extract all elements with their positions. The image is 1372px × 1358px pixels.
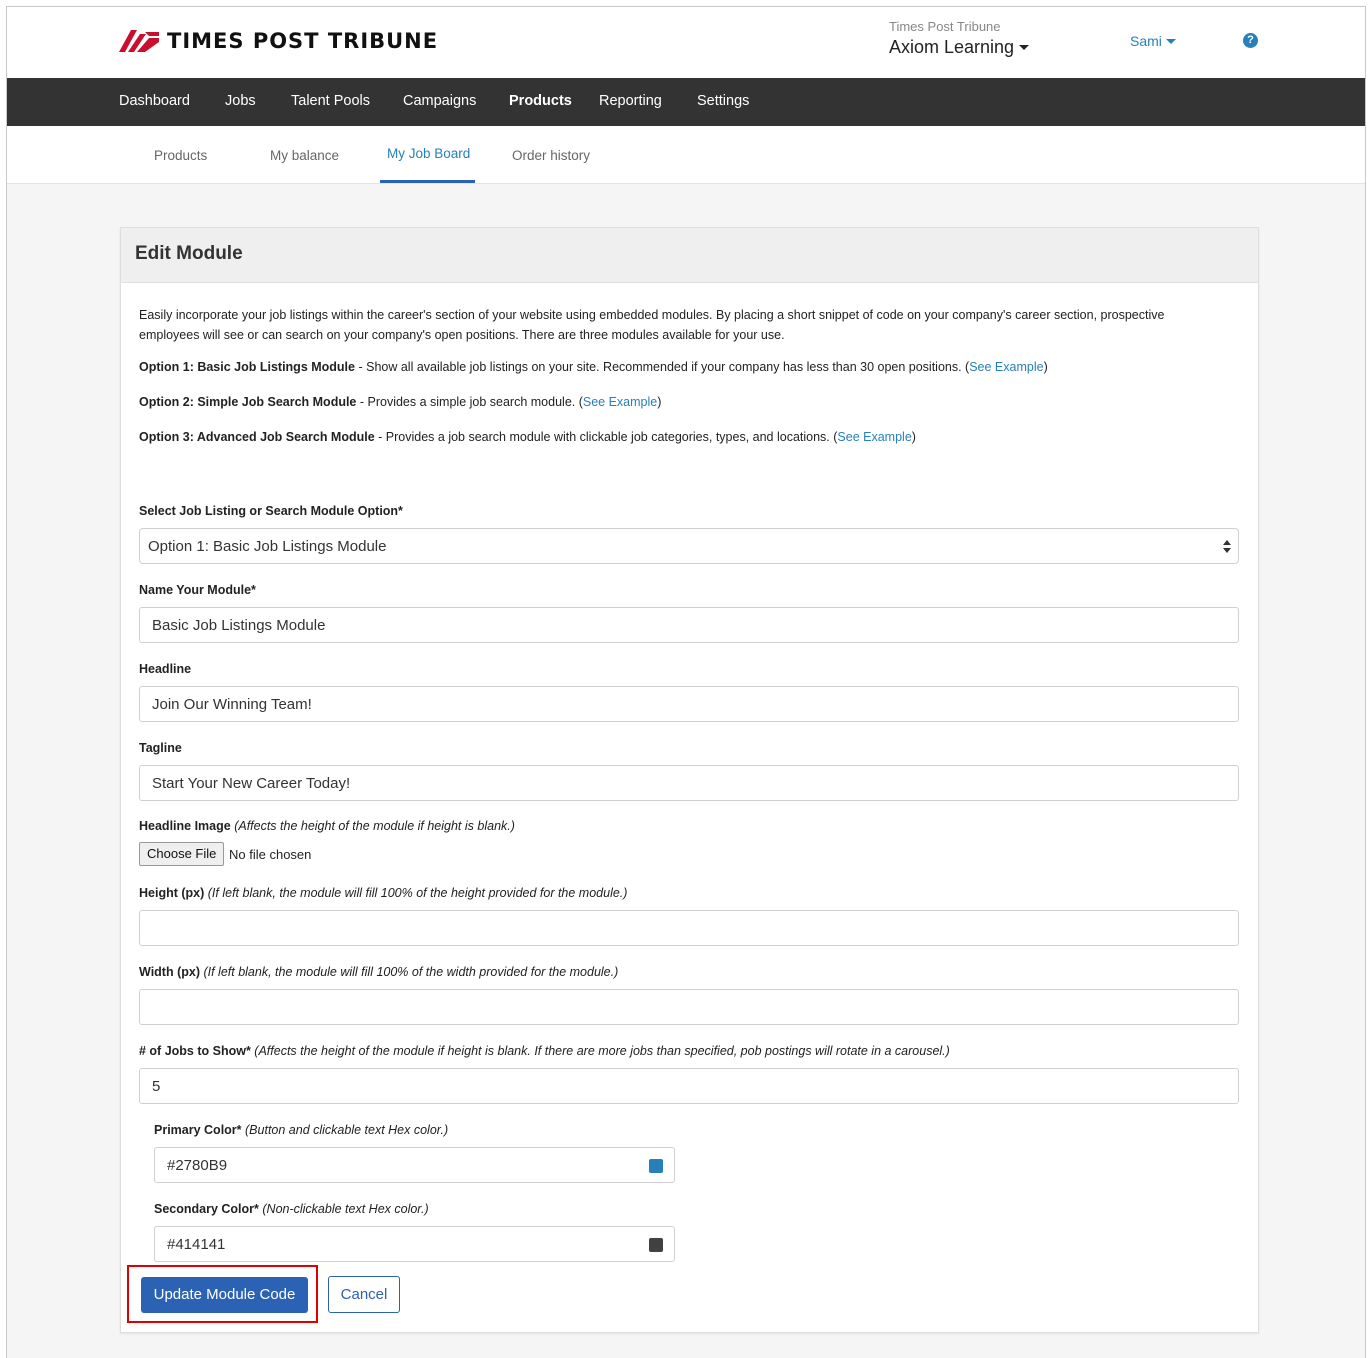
tagline-label: Tagline xyxy=(139,741,182,755)
tab-my-job-board[interactable]: My Job Board xyxy=(387,146,470,161)
brand-logo[interactable]: TIMES POST TRIBUNE xyxy=(119,29,438,53)
highlight-annotation xyxy=(127,1265,318,1323)
choose-file-button[interactable]: Choose File xyxy=(139,842,225,866)
nav-item-talent-pools[interactable]: Talent Pools xyxy=(291,93,370,109)
org-switcher[interactable]: Times Post Tribune Axiom Learning xyxy=(889,19,1030,58)
org-name-dropdown[interactable]: Axiom Learning xyxy=(889,37,1030,58)
brand-name: TIMES POST TRIBUNE xyxy=(167,29,439,53)
primary-color-input[interactable]: #2780B9 xyxy=(154,1147,675,1183)
active-tab-indicator xyxy=(380,180,475,183)
chevron-down-icon xyxy=(1019,45,1030,50)
nav-item-dashboard[interactable]: Dashboard xyxy=(119,93,190,109)
see-example-link[interactable]: See Example xyxy=(969,360,1043,374)
nav-item-jobs[interactable]: Jobs xyxy=(225,93,256,109)
option-2-description: Option 2: Simple Job Search Module - Pro… xyxy=(139,395,661,409)
see-example-link[interactable]: See Example xyxy=(837,430,911,444)
primary-color-value: #2780B9 xyxy=(167,1157,228,1174)
top-header: TIMES POST TRIBUNE Times Post Tribune Ax… xyxy=(7,7,1365,78)
chevron-down-icon xyxy=(1165,38,1176,44)
jobs-to-show-label: # of Jobs to Show* (Affects the height o… xyxy=(139,1044,950,1058)
option-close: ) xyxy=(657,395,662,409)
secondary-color-input[interactable]: #414141 xyxy=(154,1226,675,1262)
nav-item-settings[interactable]: Settings xyxy=(697,93,749,109)
nav-item-reporting[interactable]: Reporting xyxy=(599,93,662,109)
height-label: Height (px) (If left blank, the module w… xyxy=(139,886,627,900)
jobs-to-show-note: (Affects the height of the module if hei… xyxy=(254,1044,950,1058)
width-note: (If left blank, the module will fill 100… xyxy=(203,965,619,979)
width-label-text: Width (px) xyxy=(139,965,200,979)
jobs-to-show-label-text: # of Jobs to Show* xyxy=(139,1044,251,1058)
org-name-label: Axiom Learning xyxy=(889,37,1015,57)
option-3-description: Option 3: Advanced Job Search Module - P… xyxy=(139,430,916,444)
color-swatch-icon[interactable] xyxy=(649,1238,663,1252)
width-label: Width (px) (If left blank, the module wi… xyxy=(139,965,618,979)
intro-text: Easily incorporate your job listings wit… xyxy=(139,308,1165,342)
option-1-description: Option 1: Basic Job Listings Module - Sh… xyxy=(139,360,1048,374)
cancel-button[interactable]: Cancel xyxy=(328,1276,400,1313)
logo-mark-icon xyxy=(119,30,159,52)
user-menu[interactable]: Sami xyxy=(1130,33,1176,49)
org-parent-label: Times Post Tribune xyxy=(889,19,1001,34)
file-status: No file chosen xyxy=(229,847,312,862)
module-option-label: Select Job Listing or Search Module Opti… xyxy=(139,504,403,518)
tab-my-balance[interactable]: My balance xyxy=(270,148,339,163)
primary-color-label-text: Primary Color* xyxy=(154,1123,242,1137)
option-desc: - Provides a job search module with clic… xyxy=(374,430,838,444)
tab-products[interactable]: Products xyxy=(154,148,207,163)
app-frame: TIMES POST TRIBUNE Times Post Tribune Ax… xyxy=(6,6,1366,1358)
nav-item-campaigns[interactable]: Campaigns xyxy=(403,93,476,109)
secondary-color-note: (Non-clickable text Hex color.) xyxy=(262,1202,429,1216)
tab-order-history[interactable]: Order history xyxy=(512,148,590,163)
edit-module-card: Edit Module Easily incorporate your job … xyxy=(120,227,1259,1333)
jobs-to-show-input[interactable]: 5 xyxy=(139,1068,1239,1104)
option-title: Option 3: Advanced Job Search Module xyxy=(139,430,375,444)
nav-item-products[interactable]: Products xyxy=(509,93,572,109)
height-note: (If left blank, the module will fill 100… xyxy=(207,886,628,900)
headline-input[interactable]: Join Our Winning Team! xyxy=(139,686,1239,722)
user-name: Sami xyxy=(1130,33,1162,49)
color-swatch-icon[interactable] xyxy=(649,1159,663,1173)
sub-nav: Products My balance My Job Board Order h… xyxy=(7,126,1365,184)
module-option-value: Option 1: Basic Job Listings Module xyxy=(148,538,387,555)
width-input[interactable] xyxy=(139,989,1239,1025)
primary-color-note: (Button and clickable text Hex color.) xyxy=(245,1123,449,1137)
option-close: ) xyxy=(911,430,916,444)
option-close: ) xyxy=(1043,360,1048,374)
module-name-label: Name Your Module* xyxy=(139,583,256,597)
question-circle-icon[interactable]: ? xyxy=(1243,33,1258,48)
secondary-color-label: Secondary Color* (Non-clickable text Hex… xyxy=(154,1202,429,1216)
see-example-link[interactable]: See Example xyxy=(583,395,657,409)
option-title: Option 2: Simple Job Search Module xyxy=(139,395,357,409)
card-header: Edit Module xyxy=(121,228,1258,283)
option-desc: - Show all available job listings on you… xyxy=(355,360,970,374)
main-nav: Dashboard Jobs Talent Pools Campaigns Pr… xyxy=(7,78,1365,126)
primary-color-label: Primary Color* (Button and clickable tex… xyxy=(154,1123,448,1137)
module-name-input[interactable]: Basic Job Listings Module xyxy=(139,607,1239,643)
select-arrows-icon xyxy=(1223,540,1231,554)
headline-image-note: (Affects the height of the module if hei… xyxy=(234,819,515,833)
headline-label: Headline xyxy=(139,662,192,676)
headline-image-label-text: Headline Image xyxy=(139,819,231,833)
option-title: Option 1: Basic Job Listings Module xyxy=(139,360,355,374)
tagline-input[interactable]: Start Your New Career Today! xyxy=(139,765,1239,801)
height-input[interactable] xyxy=(139,910,1239,946)
card-title: Edit Module xyxy=(135,243,243,264)
option-desc: - Provides a simple job search module. ( xyxy=(356,395,583,409)
secondary-color-value: #414141 xyxy=(167,1236,226,1253)
secondary-color-label-text: Secondary Color* xyxy=(154,1202,259,1216)
headline-image-label: Headline Image (Affects the height of th… xyxy=(139,819,515,833)
module-option-select[interactable]: Option 1: Basic Job Listings Module xyxy=(139,528,1239,564)
height-label-text: Height (px) xyxy=(139,886,205,900)
